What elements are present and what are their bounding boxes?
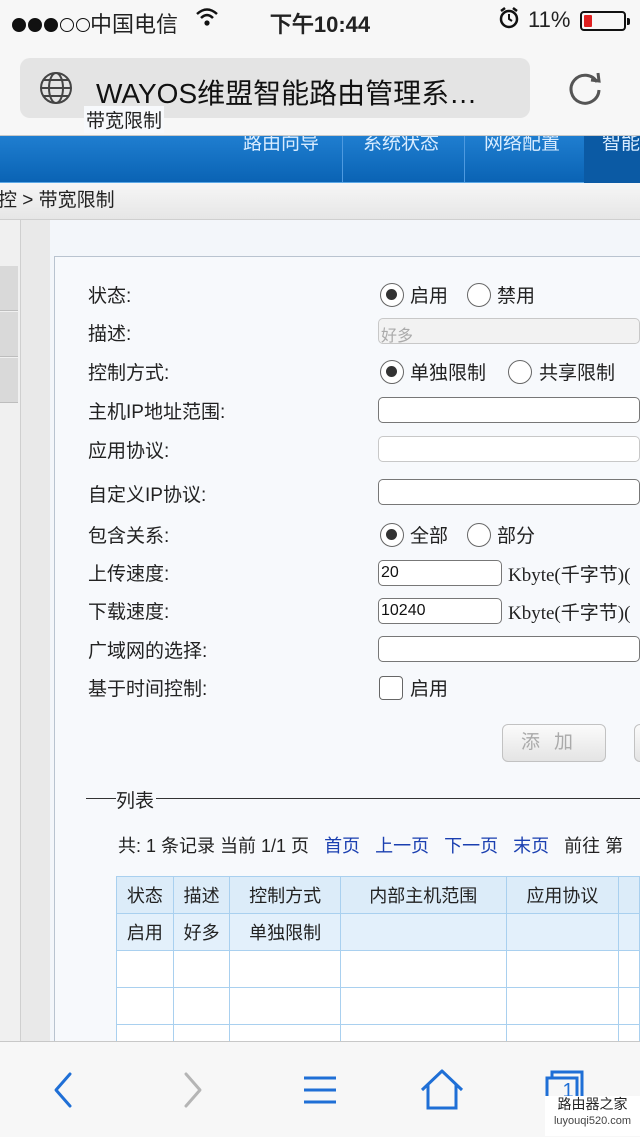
app-protocol-label: 应用协议: [88,441,170,462]
table-row-empty [116,987,640,1025]
pager-first-link[interactable]: 首页 [324,836,360,856]
menu-icon[interactable] [292,1062,348,1118]
breadcrumb-text: 控 > 带宽限制 [0,190,115,211]
include-relation-label: 包含关系: [88,526,170,547]
status-bar: 中国电信 下午10:44 11% [0,0,640,40]
download-speed-label: 下载速度: [88,602,170,623]
col-more [618,876,640,914]
pager-last-link[interactable]: 末页 [513,836,549,856]
custom-ip-protocol-label: 自定义IP协议: [88,485,207,506]
left-menu-tab[interactable] [0,358,18,403]
app-protocol-select[interactable] [378,436,640,462]
include-all-radio[interactable] [380,523,404,547]
col-control-mode: 控制方式 [229,876,341,914]
watermark-line1: 路由器之家 [557,1096,628,1112]
upload-speed-input[interactable]: 20 [378,560,502,586]
left-menu-tab[interactable] [0,266,18,311]
forward-icon[interactable] [164,1062,220,1118]
custom-ip-protocol-input[interactable] [378,479,640,505]
status-enable-radio[interactable] [380,283,404,307]
control-shared-radio[interactable] [508,360,532,384]
status-label: 状态: [88,286,132,307]
col-app-protocol: 应用协议 [505,876,620,914]
host-ip-input[interactable] [378,397,640,423]
download-speed-unit: Kbyte(千字节)( [508,603,631,624]
include-partial-radio[interactable] [467,523,491,547]
time-control-enable-label: 启用 [410,679,449,700]
cell-description: 好多 [172,913,231,951]
add-button[interactable]: 添加 [502,724,606,762]
pager-prev-link[interactable]: 上一页 [375,836,429,856]
breadcrumb: 控 > 带宽限制 [0,183,640,220]
pager-summary: 共: 1 条记录 当前 1/1 页 [118,836,310,856]
col-description: 描述 [172,876,231,914]
status-disable-label: 禁用 [497,286,536,307]
left-scroll-gutter [20,220,51,1041]
globe-icon [40,72,72,104]
time-control-checkbox[interactable] [379,676,403,700]
secondary-button[interactable] [634,724,640,762]
download-speed-input[interactable]: 10240 [378,598,502,624]
table-row-empty [116,950,640,988]
home-icon[interactable] [414,1062,470,1118]
rules-table: 状态 描述 控制方式 内部主机范围 应用协议 启用 好多 单独限制 [116,876,640,1062]
col-status: 状态 [116,876,174,914]
description-label: 描述: [88,324,132,345]
top-nav-bar: 路由向导 系统状态 网络配置 智能 [0,136,640,186]
cell-control-mode: 单独限制 [229,913,341,951]
nav-item-smart[interactable]: 智能 [602,136,640,155]
upload-speed-unit: Kbyte(千字节)( [508,565,631,586]
back-icon[interactable] [36,1062,92,1118]
include-partial-label: 部分 [497,526,536,547]
host-ip-label: 主机IP地址范围: [88,402,226,423]
left-menu-tab[interactable] [0,312,18,357]
control-shared-label: 共享限制 [539,363,616,384]
pager-next-link[interactable]: 下一页 [444,836,498,856]
site-watermark: 路由器之家 luyouqi520.com [545,1096,640,1136]
list-legend: 列表 [116,791,155,812]
cell-app-protocol [505,913,620,951]
nav-item-system-status[interactable]: 系统状态 [363,136,439,155]
time-control-label: 基于时间控制: [88,679,208,700]
watermark-line2: luyouqi520.com [553,1115,632,1127]
control-individual-radio[interactable] [380,360,404,384]
status-enable-label: 启用 [410,286,449,307]
wan-select[interactable] [378,636,640,662]
pager-goto: 前往 第 [564,836,624,856]
control-individual-label: 单独限制 [410,363,487,384]
status-disable-radio[interactable] [467,283,491,307]
wan-select-label: 广域网的选择: [88,641,208,662]
include-all-label: 全部 [410,526,449,547]
form-legend: 带宽限制 [84,106,165,133]
alarm-icon [498,6,520,36]
table-header-row: 状态 描述 控制方式 内部主机范围 应用协议 [116,876,640,914]
battery-icon [580,11,630,31]
description-input[interactable]: 好多 [378,318,640,345]
control-mode-label: 控制方式: [88,363,170,384]
nav-item-wizard[interactable]: 路由向导 [243,136,319,155]
nav-item-network-config[interactable]: 网络配置 [484,136,560,155]
safari-toolbar: 1 [0,1041,640,1137]
left-menu-panel [0,220,21,1041]
cell-status: 启用 [116,913,174,951]
upload-speed-label: 上传速度: [88,564,170,585]
table-row[interactable]: 启用 好多 单独限制 [116,913,640,951]
cell-host-range [339,913,507,951]
reload-icon[interactable] [563,66,607,110]
battery-percent: 11% [528,7,571,32]
col-host-range: 内部主机范围 [339,876,507,914]
pager: 共: 1 条记录 当前 1/1 页 首页 上一页 下一页 末页 前往 第 [118,832,623,858]
